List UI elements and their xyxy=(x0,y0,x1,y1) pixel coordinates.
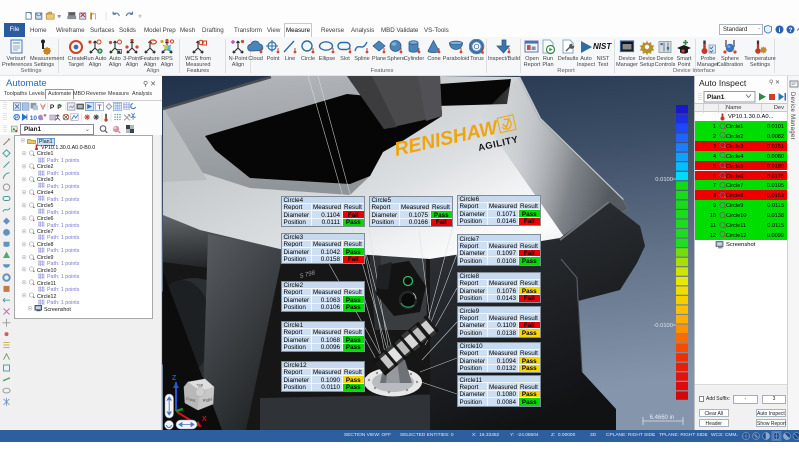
svg-text:Z: Z xyxy=(172,375,177,382)
svg-text:10: 10 xyxy=(30,115,38,122)
svg-text:i: i xyxy=(779,27,781,34)
svg-text:NIST: NIST xyxy=(593,42,612,51)
svg-text:0.0100: 0.0100 xyxy=(655,177,673,183)
svg-text:P: P xyxy=(15,115,19,121)
svg-text:P: P xyxy=(50,104,55,111)
svg-text:-0.0100: -0.0100 xyxy=(653,323,673,329)
svg-text:?: ? xyxy=(789,27,793,34)
svg-text:6.4660 in: 6.4660 in xyxy=(650,415,675,421)
svg-text:T: T xyxy=(97,104,102,111)
svg-text:Plan1: Plan1 xyxy=(707,94,725,101)
svg-text:X: X xyxy=(202,416,207,423)
